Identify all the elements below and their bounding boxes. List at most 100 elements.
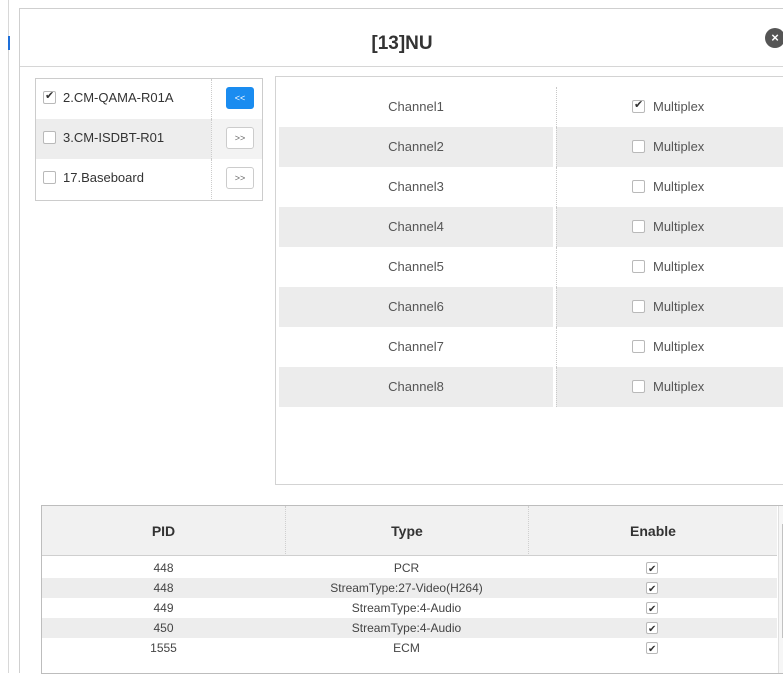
multiplex-checkbox[interactable]	[632, 340, 645, 353]
board-label: 3.CM-ISDBT-R01	[63, 130, 165, 145]
multiplex-label: Multiplex	[653, 339, 705, 354]
table-row: 449 StreamType:4-Audio	[42, 598, 777, 620]
board-list: 2.CM-QAMA-R01A<<3.CM-ISDBT-R01>>17.Baseb…	[35, 78, 263, 201]
enable-cell	[528, 618, 777, 640]
multiplex-checkbox[interactable]	[632, 300, 645, 313]
enable-checkbox[interactable]	[646, 640, 658, 660]
multiplex-checkbox[interactable]	[632, 380, 645, 393]
enable-checkbox[interactable]	[646, 620, 658, 640]
enable-cell	[528, 558, 777, 580]
multiplex-label: Multiplex	[653, 259, 705, 274]
enable-cell	[528, 638, 777, 660]
board-row: 17.Baseboard >>	[36, 159, 262, 199]
channel-name: Channel8	[279, 367, 553, 407]
multiplex-cell: Multiplex	[556, 247, 783, 287]
board-label: 2.CM-QAMA-R01A	[63, 90, 174, 105]
table-row: 448 StreamType:27-Video(H264)	[42, 578, 777, 600]
channel-name: Channel6	[279, 287, 553, 327]
enable-cell	[528, 578, 777, 600]
dialog-title: [13]NU	[371, 33, 433, 54]
multiplex-cell: Multiplex	[556, 167, 783, 207]
column-header-type: Type	[285, 506, 528, 556]
column-header-enable: Enable	[528, 506, 777, 556]
channel-name: Channel4	[279, 207, 553, 247]
scroll-up-icon[interactable]: ▲	[779, 508, 783, 522]
channel-row: Channel5 Multiplex	[279, 247, 783, 287]
board-row: 2.CM-QAMA-R01A <<	[36, 79, 262, 119]
channel-row: Channel8 Multiplex	[279, 367, 783, 407]
pid-table-scrollbar[interactable]: ▲ ▼	[778, 506, 783, 673]
board-name-cell: 3.CM-ISDBT-R01	[36, 119, 211, 159]
board-name-cell: 2.CM-QAMA-R01A	[36, 79, 211, 119]
type-cell: PCR	[393, 561, 420, 575]
page-edge-divider	[8, 0, 9, 673]
multiplex-label: Multiplex	[653, 99, 705, 114]
multiplex-cell: Multiplex	[556, 287, 783, 327]
multiplex-checkbox[interactable]	[632, 98, 645, 113]
dialog: [13]NU × 2.CM-QAMA-R01A << 3.CM-ISDBT-R01 >…	[19, 8, 783, 674]
pid-cell: 448	[153, 561, 174, 575]
channel-row: Channel1 Multiplex	[279, 87, 783, 127]
table-row: 448 PCR	[42, 558, 777, 580]
channel-row: Channel6 Multiplex	[279, 287, 783, 327]
pid-cell: 448	[153, 581, 174, 595]
page-background	[0, 0, 8, 673]
channel-name: Channel3	[388, 179, 444, 194]
board-button-cell: >>	[211, 159, 262, 199]
pid-cell: 449	[153, 601, 174, 615]
type-cell: StreamType:4-Audio	[351, 621, 462, 635]
channel-name: Channel2	[279, 127, 553, 167]
type-cell: ECM	[393, 641, 420, 655]
multiplex-cell: Multiplex	[556, 327, 783, 367]
channel-row: Channel2 Multiplex	[279, 127, 783, 167]
type-cell: StreamType:27-Video(H264)	[330, 581, 483, 595]
multiplex-label: Multiplex	[653, 179, 705, 194]
channel-row: Channel7 Multiplex	[279, 327, 783, 367]
enable-checkbox[interactable]	[646, 600, 658, 620]
channel-name: Channel5	[388, 259, 444, 274]
table-row: 450 StreamType:4-Audio	[42, 618, 777, 640]
enable-cell	[528, 598, 777, 620]
channel-name: Channel7	[388, 339, 444, 354]
multiplex-checkbox[interactable]	[632, 140, 645, 153]
dialog-header: [13]NU ×	[20, 9, 783, 67]
enable-checkbox[interactable]	[646, 560, 658, 580]
multiplex-label: Multiplex	[653, 219, 705, 234]
board-button-cell: >>	[211, 119, 262, 159]
multiplex-cell: Multiplex	[556, 87, 783, 127]
multiplex-checkbox[interactable]	[632, 180, 645, 193]
multiplex-label: Multiplex	[653, 299, 705, 314]
column-header-pid: PID	[151, 523, 176, 539]
channel-name: Channel1	[388, 99, 444, 114]
move-left-button[interactable]: <<	[226, 87, 254, 109]
board-checkbox[interactable]	[43, 89, 56, 104]
multiplex-cell: Multiplex	[556, 367, 783, 407]
pid-table: PID Type Enable ▲ ▼ 448 PCR 448 StreamType:…	[41, 505, 783, 674]
close-icon[interactable]: ×	[765, 28, 783, 48]
pid-cell: 450	[153, 621, 174, 635]
type-cell: StreamType:4-Audio	[351, 601, 462, 615]
board-row: 3.CM-ISDBT-R01 >>	[36, 119, 262, 159]
multiplex-checkbox[interactable]	[632, 260, 645, 273]
board-button-cell: <<	[211, 79, 262, 119]
multiplex-checkbox[interactable]	[632, 220, 645, 233]
page-edge-accent	[8, 36, 10, 50]
board-label: 17.Baseboard	[63, 170, 144, 185]
board-name-cell: 17.Baseboard	[36, 159, 211, 199]
pid-cell: 1555	[150, 641, 177, 655]
board-checkbox[interactable]	[43, 131, 56, 144]
multiplex-cell: Multiplex	[556, 207, 783, 247]
enable-checkbox[interactable]	[646, 580, 658, 600]
channel-panel: Channel1MultiplexChannel2MultiplexChanne…	[275, 76, 783, 485]
multiplex-label: Multiplex	[653, 379, 705, 394]
scroll-down-icon[interactable]: ▼	[779, 656, 783, 670]
board-checkbox[interactable]	[43, 171, 56, 184]
channel-row: Channel3 Multiplex	[279, 167, 783, 207]
table-row: 1555 ECM	[42, 638, 777, 660]
multiplex-label: Multiplex	[653, 139, 705, 154]
move-right-button[interactable]: >>	[226, 127, 254, 149]
move-right-button[interactable]: >>	[226, 167, 254, 189]
pid-table-header: PID Type Enable	[42, 506, 777, 556]
channel-row: Channel4 Multiplex	[279, 207, 783, 247]
multiplex-cell: Multiplex	[556, 127, 783, 167]
